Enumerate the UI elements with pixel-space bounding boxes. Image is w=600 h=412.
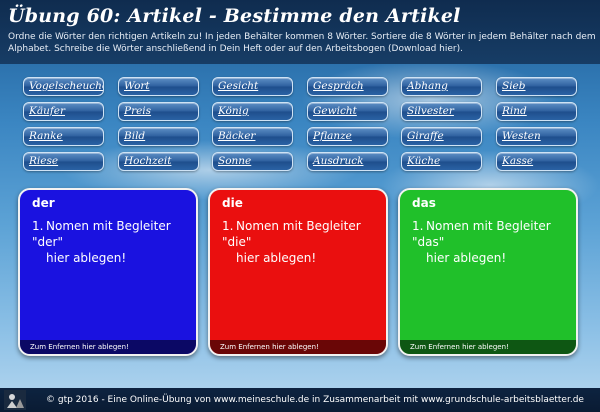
remove-drop-zone[interactable]: Zum Enfernen hier ablegen! bbox=[400, 340, 576, 354]
bin-label-der: der bbox=[32, 196, 55, 210]
word-button[interactable]: Gewicht bbox=[307, 102, 388, 121]
bin-label-die: die bbox=[222, 196, 243, 210]
word-button[interactable]: Käufer bbox=[23, 102, 104, 121]
bin-list-der: 1. Nomen mit Begleiter "der" hier ablegen… bbox=[32, 218, 190, 266]
list-item-text: Nomen mit Begleiter "die" bbox=[222, 219, 361, 249]
word-button[interactable]: Kasse bbox=[496, 152, 577, 171]
word-button[interactable]: Preis bbox=[118, 102, 199, 121]
remove-drop-zone[interactable]: Zum Enfernen hier ablegen! bbox=[210, 340, 386, 354]
word-button[interactable]: Pflanze bbox=[307, 127, 388, 146]
word-button[interactable]: Küche bbox=[401, 152, 482, 171]
word-button[interactable]: Ranke bbox=[23, 127, 104, 146]
page-title: Übung 60: Artikel - Bestimme den Artikel bbox=[8, 5, 461, 27]
list-item-text: hier ablegen! bbox=[46, 251, 127, 265]
word-button[interactable]: Riese bbox=[23, 152, 104, 171]
bin-list-das: 1. Nomen mit Begleiter "das" hier ablegen… bbox=[412, 218, 570, 266]
page-header: Übung 60: Artikel - Bestimme den Artikel… bbox=[0, 0, 600, 64]
drop-zone-die[interactable]: die 1. Nomen mit Begleiter "die" hier abl… bbox=[208, 188, 388, 356]
bin-list-die: 1. Nomen mit Begleiter "die" hier ablegen… bbox=[222, 218, 380, 266]
list-item-text: hier ablegen! bbox=[426, 251, 507, 265]
word-button[interactable]: Sonne bbox=[212, 152, 293, 171]
footer-text: © gtp 2016 - Eine Online-Übung von www.m… bbox=[46, 395, 584, 405]
word-button[interactable]: Wort bbox=[118, 77, 199, 96]
word-button[interactable]: Giraffe bbox=[401, 127, 482, 146]
word-button[interactable]: Bäcker bbox=[212, 127, 293, 146]
drop-zone-das[interactable]: das 1. Nomen mit Begleiter "das" hier abl… bbox=[398, 188, 578, 356]
word-button[interactable]: Abhang bbox=[401, 77, 482, 96]
list-item-text: Nomen mit Begleiter "der" bbox=[32, 219, 171, 249]
word-button[interactable]: Hochzeit bbox=[118, 152, 199, 171]
word-button[interactable]: Rind bbox=[496, 102, 577, 121]
word-button[interactable]: Vogelscheuche bbox=[23, 77, 104, 96]
bin-label-das: das bbox=[412, 196, 436, 210]
word-button[interactable]: Westen bbox=[496, 127, 577, 146]
word-button[interactable]: König bbox=[212, 102, 293, 121]
logo-icon bbox=[4, 390, 26, 410]
word-button[interactable]: Gesicht bbox=[212, 77, 293, 96]
instructions-text: Ordne die Wörter den richtigen Artikeln … bbox=[8, 32, 596, 54]
list-number: 1. bbox=[412, 219, 424, 233]
remove-drop-zone[interactable]: Zum Enfernen hier ablegen! bbox=[20, 340, 196, 354]
word-button[interactable]: Gespräch bbox=[307, 77, 388, 96]
word-button[interactable]: Bild bbox=[118, 127, 199, 146]
list-item-text: Nomen mit Begleiter "das" bbox=[412, 219, 551, 249]
word-button[interactable]: Sieb bbox=[496, 77, 577, 96]
page-footer: © gtp 2016 - Eine Online-Übung von www.m… bbox=[0, 388, 600, 412]
word-button[interactable]: Ausdruck bbox=[307, 152, 388, 171]
list-number: 1. bbox=[222, 219, 234, 233]
drop-zone-der[interactable]: der 1. Nomen mit Begleiter "der" hier abl… bbox=[18, 188, 198, 356]
list-number: 1. bbox=[32, 219, 44, 233]
list-item-text: hier ablegen! bbox=[236, 251, 317, 265]
word-button[interactable]: Silvester bbox=[401, 102, 482, 121]
